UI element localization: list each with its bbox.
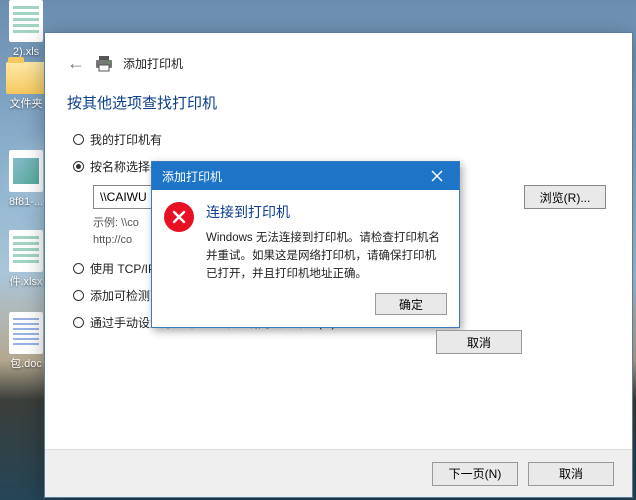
option-label: 我的打印机有: [90, 131, 162, 148]
radio-icon: [73, 317, 84, 328]
option-older-printer[interactable]: 我的打印机有: [73, 131, 606, 148]
error-heading: 连接到打印机: [206, 202, 445, 222]
desktop-icon[interactable]: 件.xlsx: [4, 230, 48, 289]
icon-label: 件.xlsx: [4, 275, 48, 289]
radio-icon: [73, 161, 84, 172]
browse-button[interactable]: 浏览(R)...: [524, 185, 606, 209]
file-icon: [9, 230, 43, 272]
icon-label: 文件夹: [4, 97, 48, 111]
error-icon: [164, 202, 194, 232]
desktop-icon[interactable]: 8f81-...: [4, 150, 48, 209]
icon-label: 8f81-...: [4, 195, 48, 209]
radio-icon: [73, 263, 84, 274]
dialog-title: 添加打印机: [123, 55, 183, 72]
folder-icon: [6, 62, 46, 94]
printer-icon: [95, 56, 113, 72]
file-icon: [9, 0, 43, 42]
next-button[interactable]: 下一页(N): [432, 462, 518, 486]
back-arrow-icon[interactable]: ←: [67, 53, 85, 74]
desktop-icon[interactable]: 包.doc: [4, 312, 48, 371]
desktop-icon[interactable]: 2).xls: [4, 0, 48, 59]
icon-label: 包.doc: [4, 357, 48, 371]
cancel-button[interactable]: 取消: [528, 462, 614, 486]
error-message: Windows 无法连接到打印机。请检查打印机名并重试。如果这是网络打印机，请确…: [206, 230, 445, 283]
desktop-icon[interactable]: 文件夹: [4, 58, 48, 111]
error-title-text: 添加打印机: [162, 168, 222, 185]
wizard-footer: 下一页(N) 取消: [45, 449, 632, 497]
error-dialog: 添加打印机 连接到打印机 Windows 无法连接到打印机。请检查打印机名并重试…: [151, 161, 460, 328]
radio-icon: [73, 134, 84, 145]
ok-button[interactable]: 确定: [375, 293, 447, 315]
close-icon: [431, 170, 443, 182]
file-icon: [9, 312, 43, 354]
radio-icon: [73, 290, 84, 301]
file-icon: [9, 150, 43, 192]
error-titlebar[interactable]: 添加打印机: [152, 162, 459, 190]
section-heading: 按其他选项查找打印机: [67, 92, 606, 113]
cancel-button-secondary[interactable]: 取消: [436, 330, 522, 354]
titlebar[interactable]: [45, 33, 632, 43]
close-button[interactable]: [415, 162, 459, 190]
